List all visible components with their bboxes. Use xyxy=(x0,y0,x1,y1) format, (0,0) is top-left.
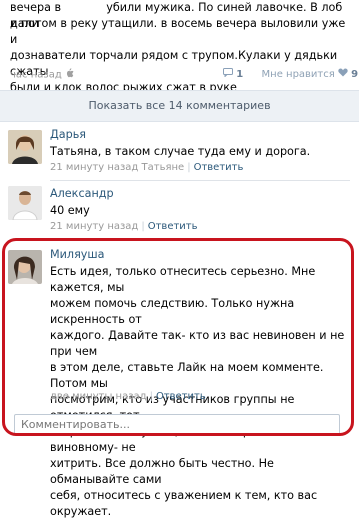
post-text-line: вечера в xyxy=(10,1,62,14)
comment-text-line: хитрить. Все должно быть честно. Не обма… xyxy=(50,457,274,486)
post-time[interactable]: час назад xyxy=(10,70,62,81)
post-meta: час назад xyxy=(10,68,74,81)
comment-icon[interactable] xyxy=(223,68,233,80)
reply-link[interactable]: Ответить xyxy=(148,221,198,232)
avatar[interactable] xyxy=(8,130,42,164)
divider xyxy=(50,180,350,181)
comment-time[interactable]: 21 минуту назад Татьяне xyxy=(50,162,184,173)
highlight-outline xyxy=(2,238,354,436)
post-text-line: и потом в реку утащили. в восемь вечера … xyxy=(10,17,346,46)
comment-author[interactable]: Александр xyxy=(50,187,114,200)
comment-text: Татьяна, в таком случае туда ему и дорог… xyxy=(50,145,311,158)
comment-meta: 21 минуту назад | Ответить xyxy=(50,221,198,232)
avatar[interactable] xyxy=(8,186,42,220)
show-all-comments-button[interactable]: Показать все 14 комментариев xyxy=(0,90,359,122)
reply-link[interactable]: Ответить xyxy=(194,162,244,173)
apple-icon xyxy=(65,68,74,81)
comments-count: 1 xyxy=(236,69,244,80)
heart-icon[interactable] xyxy=(338,68,348,80)
comment-meta: 21 минуту назад Татьяне | Ответить xyxy=(50,162,244,173)
post-actions: 1 Мне нравится 9 xyxy=(223,68,358,80)
like-label[interactable]: Мне нравится xyxy=(262,69,335,80)
comment-time[interactable]: 21 минуту назад xyxy=(50,221,138,232)
post-text: вечера в убили мужика. По синей лавочке.… xyxy=(10,0,355,96)
comment-text: 40 ему xyxy=(50,204,90,217)
comment-author[interactable]: Дарья xyxy=(50,128,86,141)
comment-text-line: себя, относитесь с уважением к тем, кто … xyxy=(50,489,318,518)
show-all-comments-label: Показать все 14 комментариев xyxy=(88,99,271,112)
likes-count: 9 xyxy=(351,69,359,80)
